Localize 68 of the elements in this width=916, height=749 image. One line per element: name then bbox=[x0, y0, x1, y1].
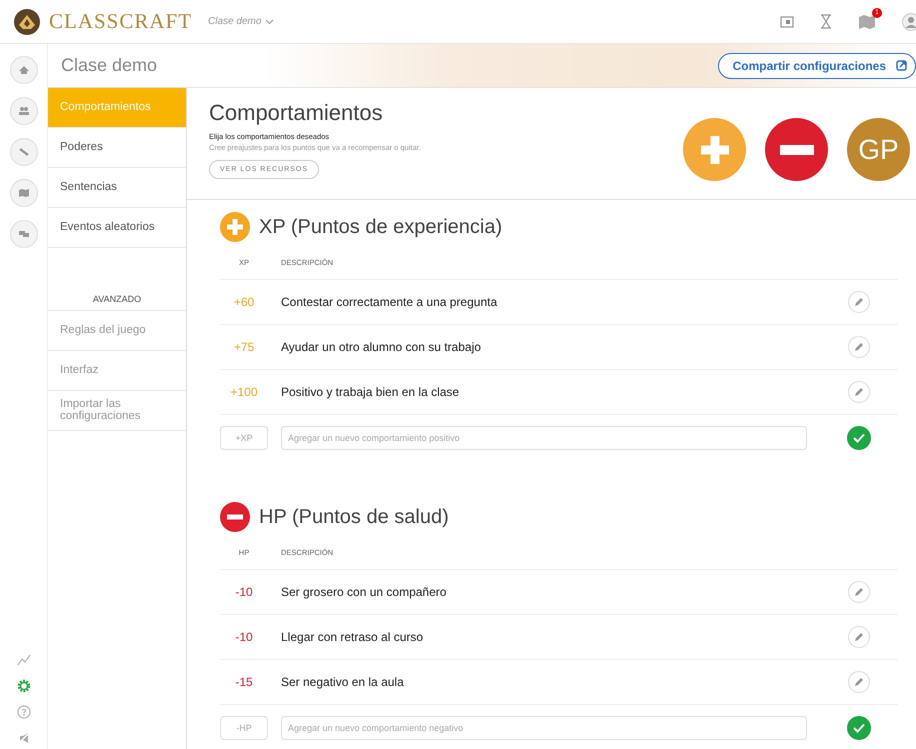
chat-icon bbox=[18, 229, 30, 239]
home-rail-button[interactable] bbox=[10, 56, 38, 84]
home-icon bbox=[18, 65, 30, 75]
pencil-icon bbox=[854, 387, 864, 397]
behavior-description: Ser grosero con un compañero bbox=[281, 585, 448, 599]
pencil-icon bbox=[854, 632, 864, 642]
hourglass-icon[interactable] bbox=[820, 14, 832, 29]
pencil-icon bbox=[854, 297, 864, 307]
section-title: HP (Puntos de salud) bbox=[259, 506, 449, 528]
minus-circle-icon bbox=[220, 502, 250, 532]
edit-button[interactable] bbox=[848, 671, 870, 693]
chevron-icon bbox=[265, 18, 274, 24]
students-rail-button[interactable] bbox=[10, 97, 38, 125]
nav-item[interactable]: Comportamientos bbox=[48, 88, 186, 128]
nav-item[interactable]: Eventos aleatorios bbox=[48, 208, 186, 248]
help-icon[interactable] bbox=[16, 705, 30, 719]
nav-item[interactable]: Poderes bbox=[48, 128, 186, 168]
points-value: -10 bbox=[234, 585, 254, 599]
confirm-button[interactable] bbox=[847, 716, 871, 740]
nav-item[interactable]: Importar las configuraciones bbox=[48, 391, 186, 431]
external-link-icon bbox=[896, 60, 907, 71]
edit-button[interactable] bbox=[848, 336, 870, 358]
pencil-icon bbox=[854, 587, 864, 597]
points-value: +75 bbox=[232, 340, 256, 354]
map-icon[interactable] bbox=[858, 14, 876, 30]
edit-button[interactable] bbox=[848, 626, 870, 648]
section-title: XP (Puntos de experiencia) bbox=[259, 216, 502, 238]
minus-icon bbox=[780, 144, 814, 154]
behavior-description: Ser negativo en la aula bbox=[281, 675, 405, 689]
confirm-button[interactable] bbox=[847, 426, 871, 450]
chart-icon[interactable] bbox=[16, 653, 30, 667]
share-settings-button[interactable]: Compartir configuraciones bbox=[718, 52, 916, 78]
edit-button[interactable] bbox=[848, 291, 870, 313]
class-title: Clase demo bbox=[61, 55, 158, 76]
settings-icon[interactable] bbox=[16, 679, 30, 693]
user-avatar-icon[interactable] bbox=[902, 12, 916, 30]
checkmark-icon bbox=[853, 722, 865, 732]
points-value: +100 bbox=[229, 385, 259, 399]
points-input[interactable]: -HP bbox=[220, 716, 268, 740]
pencil-icon bbox=[854, 342, 864, 352]
behavior-description: Contestar correctamente a una pregunta bbox=[281, 295, 498, 309]
behavior-description: Llegar con retraso al curso bbox=[281, 630, 424, 644]
pencil-icon bbox=[854, 677, 864, 687]
behavior-description: Ayudar un otro alumno con su trabajo bbox=[281, 340, 482, 354]
points-input[interactable]: +XP bbox=[220, 426, 268, 450]
points-value: +60 bbox=[232, 295, 256, 309]
nav-item[interactable]: Reglas del juego bbox=[48, 311, 186, 351]
students-icon bbox=[18, 106, 30, 116]
nav-item[interactable]: Sentencias bbox=[48, 168, 186, 208]
description-input[interactable]: Agregar un nuevo comportamiento positivo bbox=[281, 426, 807, 450]
chat-rail-button[interactable] bbox=[10, 220, 38, 248]
points-value: -15 bbox=[234, 675, 254, 689]
brand-name: CLASSCRAFT bbox=[49, 9, 192, 34]
page-title: Comportamientos bbox=[209, 100, 384, 126]
nav-item[interactable]: Interfaz bbox=[48, 351, 186, 391]
section-heading: AVANZADO bbox=[48, 248, 186, 311]
behavior-description: Positivo y trabaja bien en la clase bbox=[281, 385, 460, 399]
shield-logo-icon bbox=[13, 8, 41, 36]
edit-button[interactable] bbox=[848, 581, 870, 603]
map-rail-button[interactable] bbox=[10, 179, 38, 207]
edit-button[interactable] bbox=[848, 381, 870, 403]
description-input[interactable]: Agregar un nuevo comportamiento negativo bbox=[281, 716, 807, 740]
class-selector[interactable]: Clase demo bbox=[202, 15, 280, 28]
checkmark-icon bbox=[853, 432, 865, 442]
gp-button[interactable]: GP bbox=[847, 118, 910, 181]
points-value: -10 bbox=[234, 630, 254, 644]
plus-circle-icon bbox=[220, 212, 250, 242]
map-icon bbox=[18, 188, 30, 198]
